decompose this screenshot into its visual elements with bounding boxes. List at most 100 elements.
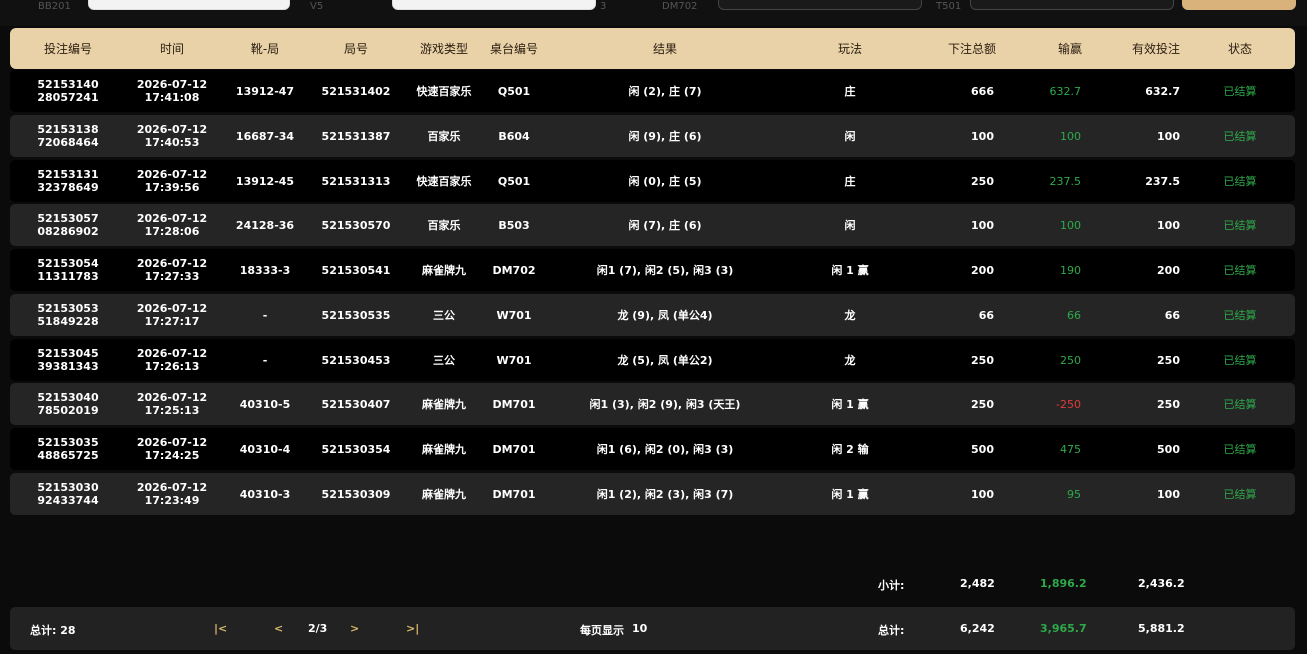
bet-id: 52153054 11311783 <box>28 249 108 291</box>
shoe-round: 24128-36 <box>235 218 295 232</box>
per-page-select[interactable]: 10 <box>632 622 647 635</box>
table-row[interactable]: 52153053 51849228 2026-07-12 17:27:17 - 52153… <box>10 294 1295 336</box>
round-number: 521530354 <box>321 442 391 456</box>
table-row[interactable]: 52153138 72068464 2026-07-12 17:40:53 16687-… <box>10 115 1295 157</box>
first-page-button[interactable]: |< <box>214 622 227 635</box>
shoe-round: - <box>262 353 268 367</box>
shoe-round: 40310-3 <box>239 487 291 501</box>
total-label: 总计: <box>878 624 905 637</box>
game-type: 三公 <box>433 308 455 322</box>
col-header-shoe: 靴-局 <box>250 42 280 56</box>
subtotal-valid: 2,436.2 <box>1138 577 1185 590</box>
bet-id: 52153053 51849228 <box>28 294 108 336</box>
game-type: 百家乐 <box>427 218 461 232</box>
bet-date: 2026-07-12 <box>136 78 208 91</box>
result: 闲1 (3), 闲2 (9), 闲3 (天王) <box>589 397 741 411</box>
bet-clock: 17:23:49 <box>144 494 200 507</box>
winloss: 237.5 <box>1049 174 1082 188</box>
status-badge: 已结算 <box>1223 442 1257 456</box>
total-count: 总计: 28 <box>30 624 76 637</box>
winloss: 66 <box>1067 308 1081 322</box>
table-row[interactable]: 52153040 78502019 2026-07-12 17:25:13 40310-… <box>10 383 1295 425</box>
total-valid: 5,881.2 <box>1138 622 1185 635</box>
play-type: 闲 <box>844 218 856 232</box>
bet-date: 2026-07-12 <box>136 302 208 315</box>
table-row[interactable]: 52153131 32378649 2026-07-12 17:39:56 13912-… <box>10 160 1295 202</box>
bet-id: 52153138 72068464 <box>28 115 108 157</box>
bet-clock: 17:25:13 <box>144 404 200 417</box>
bet-id: 52153140 28057241 <box>28 70 108 112</box>
bet-clock: 17:27:17 <box>144 315 200 328</box>
table-row[interactable]: 52153030 92433744 2026-07-12 17:23:49 40310-… <box>10 473 1295 515</box>
shoe-round: 13912-47 <box>235 84 295 98</box>
next-page-button[interactable]: > <box>350 622 359 635</box>
bet-id-part2: 11311783 <box>37 270 99 283</box>
table-header: 投注编号 时间 靴-局 局号 游戏类型 桌台编号 结果 玩法 下注总额 输赢 有… <box>10 28 1295 69</box>
page-indicator: 2/3 <box>308 622 328 635</box>
col-header-game-type: 游戏类型 <box>419 42 468 56</box>
table-number: Q501 <box>497 84 531 98</box>
result: 闲1 (6), 闲2 (0), 闲3 (3) <box>596 442 734 456</box>
table-number: DM702 <box>492 263 536 277</box>
valid-bet: 100 <box>1157 487 1180 501</box>
table-number: DM701 <box>492 487 536 501</box>
status-badge: 已结算 <box>1223 84 1257 98</box>
round-number: 521530309 <box>321 487 391 501</box>
bet-id-part2: 92433744 <box>37 494 99 507</box>
winloss: 95 <box>1067 487 1081 501</box>
bet-id: 52153057 08286902 <box>28 204 108 246</box>
bet-date: 2026-07-12 <box>136 481 208 494</box>
bet-clock: 17:39:56 <box>144 181 200 194</box>
col-header-time: 时间 <box>159 42 184 56</box>
table-number: W701 <box>496 353 532 367</box>
play-type: 闲 1 赢 <box>831 487 869 501</box>
bet-total: 100 <box>971 487 994 501</box>
bg-field <box>718 0 922 10</box>
table-row[interactable]: 52153045 39381343 2026-07-12 17:26:13 - 52153… <box>10 339 1295 381</box>
col-header-table: 桌台编号 <box>489 42 538 56</box>
bet-id-part1: 52153054 <box>37 257 99 270</box>
round-number: 521530407 <box>321 397 391 411</box>
game-type: 麻雀牌九 <box>422 442 466 456</box>
bet-id-part1: 52153035 <box>37 436 99 449</box>
bet-id: 52153131 32378649 <box>28 160 108 202</box>
bet-time: 2026-07-12 17:41:08 <box>122 70 222 112</box>
bet-clock: 17:28:06 <box>144 225 200 238</box>
bet-id-part2: 28057241 <box>37 91 99 104</box>
last-page-button[interactable]: >| <box>406 622 419 635</box>
round-number: 521530570 <box>321 218 391 232</box>
bet-time: 2026-07-12 17:27:17 <box>122 294 222 336</box>
play-type: 闲 2 输 <box>831 442 869 456</box>
result: 闲 (2), 庄 (7) <box>628 84 702 98</box>
status-badge: 已结算 <box>1223 353 1257 367</box>
status-badge: 已结算 <box>1223 129 1257 143</box>
bet-time: 2026-07-12 17:26:13 <box>122 339 222 381</box>
bet-total: 66 <box>978 308 994 322</box>
bet-id-part1: 52153053 <box>37 302 99 315</box>
result: 闲1 (2), 闲2 (3), 闲3 (7) <box>596 487 734 501</box>
table-row[interactable]: 52153140 28057241 2026-07-12 17:41:08 13912-… <box>10 70 1295 112</box>
game-type: 麻雀牌九 <box>422 263 466 277</box>
bet-date: 2026-07-12 <box>136 436 208 449</box>
table-row[interactable]: 52153054 11311783 2026-07-12 17:27:33 18333-… <box>10 249 1295 291</box>
valid-bet: 250 <box>1157 353 1180 367</box>
bet-date: 2026-07-12 <box>136 168 208 181</box>
bet-id-part1: 52153045 <box>37 347 99 360</box>
table-row[interactable]: 52153057 08286902 2026-07-12 17:28:06 24128-… <box>10 204 1295 246</box>
table-row[interactable]: 52153035 48865725 2026-07-12 17:24:25 40310-… <box>10 428 1295 470</box>
shoe-round: 40310-5 <box>239 397 291 411</box>
bet-time: 2026-07-12 17:25:13 <box>122 383 222 425</box>
bg-field <box>392 0 596 10</box>
bet-date: 2026-07-12 <box>136 123 208 136</box>
prev-page-button[interactable]: < <box>274 622 283 635</box>
subtotal-winloss: 1,896.2 <box>1040 577 1087 590</box>
bg-field <box>970 0 1174 10</box>
result: 闲 (9), 庄 (6) <box>628 129 702 143</box>
round-number: 521530541 <box>321 263 391 277</box>
table-number: DM701 <box>492 397 536 411</box>
bet-total: 250 <box>971 397 994 411</box>
subtotal-label: 小计: <box>878 579 905 592</box>
bet-id: 52153040 78502019 <box>28 383 108 425</box>
bg-label: T501 <box>936 1 962 12</box>
table-number: W701 <box>496 308 532 322</box>
